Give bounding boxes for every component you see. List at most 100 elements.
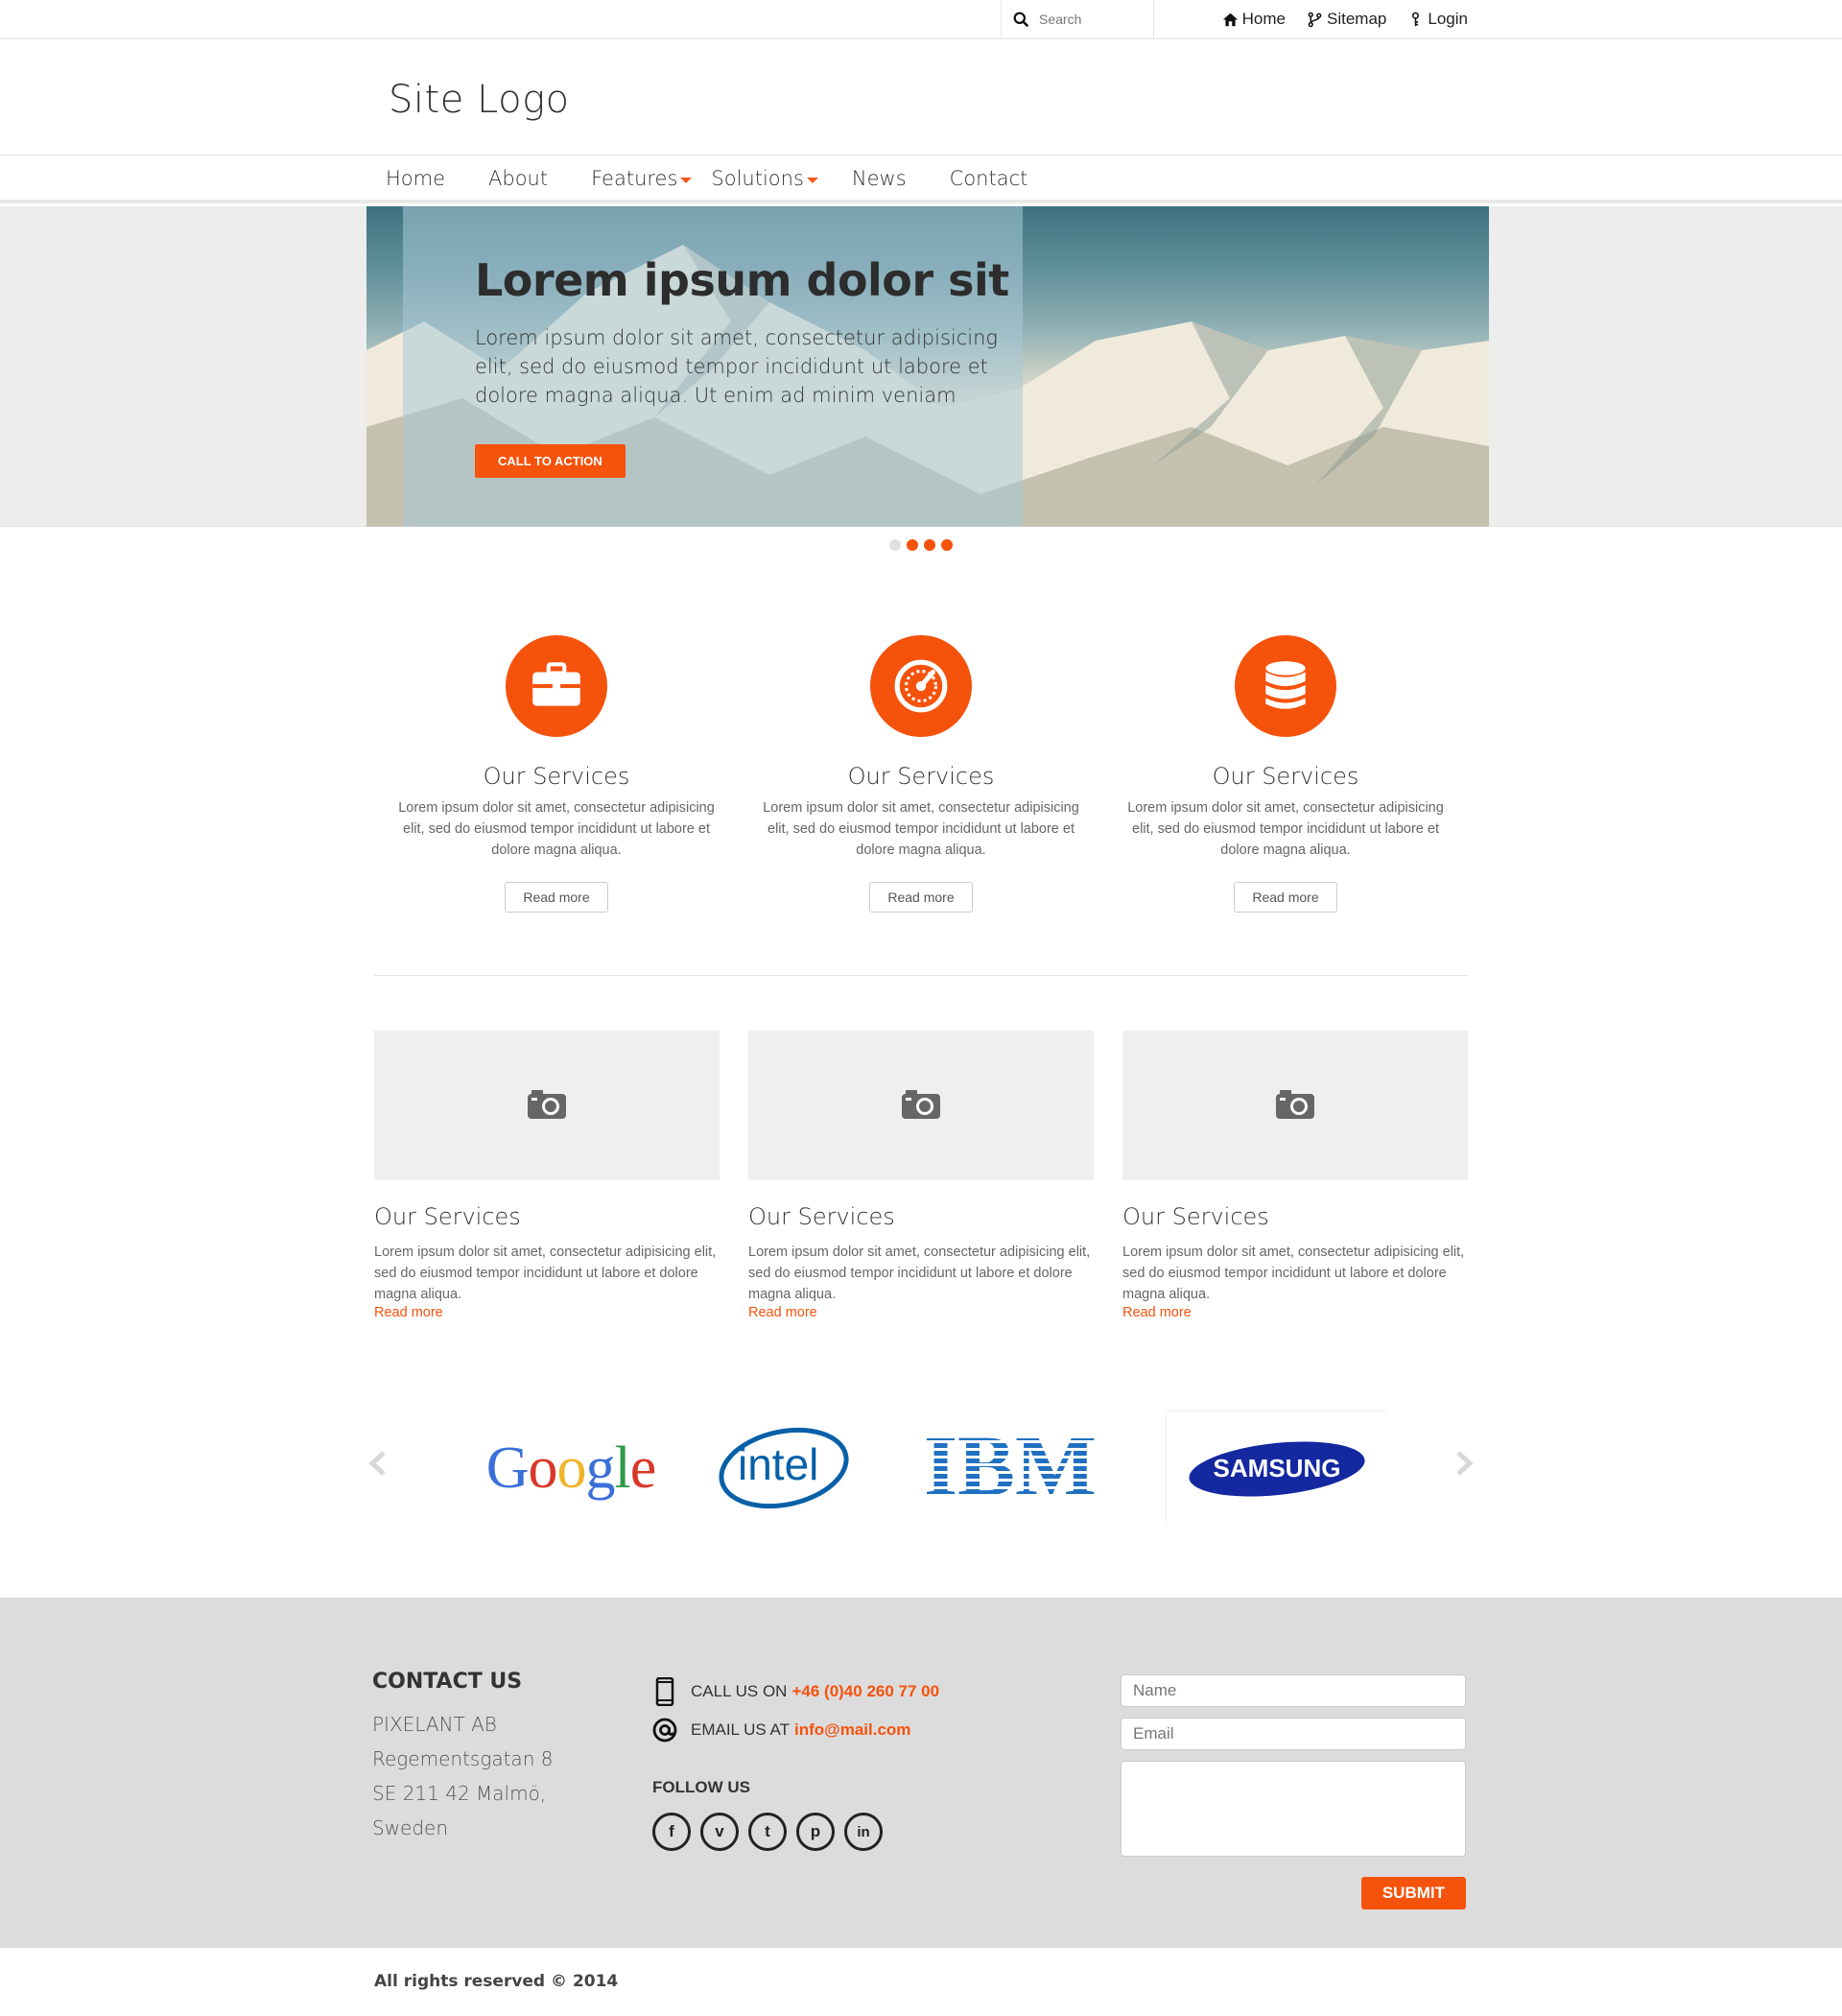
site-footer: CONTACT US PIXELANT AB Regementsgatan 8 …	[0, 1598, 1842, 1948]
footer-call-column: CALL US ON +46 (0)40 260 77 00 EMAIL US …	[652, 1672, 939, 1851]
home-icon	[1222, 12, 1238, 26]
read-more-button[interactable]: Read more	[1234, 882, 1337, 913]
hero-panel: Lorem ipsum dolor sit Lorem ipsum dolor …	[403, 206, 1023, 527]
nav-item-about[interactable]: About	[488, 167, 548, 190]
top-link-label: Home	[1241, 10, 1287, 28]
read-more-link[interactable]: Read more	[748, 1305, 1094, 1320]
nav-item-contact[interactable]: Contact	[950, 167, 1028, 190]
google-logo: Google	[475, 1411, 667, 1526]
read-more-button[interactable]: Read more	[869, 882, 973, 913]
address-line: PIXELANT AB	[372, 1713, 497, 1736]
linkedin-icon[interactable]: in	[844, 1813, 883, 1851]
top-bar: Home Sitemap Login	[0, 0, 1842, 39]
top-link-home[interactable]: Home	[1222, 10, 1286, 29]
read-more-button[interactable]: Read more	[505, 882, 608, 913]
services-row: Our Services Lorem ipsum dolor sit amet,…	[374, 635, 1468, 913]
cards-row: Our Services Lorem ipsum dolor sit amet,…	[374, 1031, 1468, 1320]
top-link-sitemap[interactable]: Sitemap	[1307, 10, 1386, 29]
slider-dot[interactable]	[924, 539, 935, 551]
nav-item-label: Features	[591, 167, 678, 190]
top-links: Home Sitemap Login	[1222, 0, 1468, 38]
service-item: Our Services Lorem ipsum dolor sit amet,…	[739, 635, 1103, 913]
chevron-left-icon[interactable]	[365, 1449, 393, 1478]
service-title: Our Services	[847, 763, 995, 790]
follow-us-label: FOLLOW US	[652, 1778, 750, 1796]
twitter-icon[interactable]: t	[748, 1813, 787, 1851]
partner-logos-carousel: Google intel IBM SAMSUNG	[365, 1411, 1477, 1526]
slider-dot[interactable]	[907, 539, 918, 551]
samsung-logo: SAMSUNG	[1166, 1411, 1386, 1526]
address: PIXELANT AB Regementsgatan 8 SE 211 42 M…	[372, 1707, 553, 1845]
top-link-label: Sitemap	[1327, 10, 1387, 28]
card-image-placeholder	[748, 1031, 1094, 1180]
nav-item-news[interactable]: News	[852, 167, 907, 190]
email-field[interactable]	[1121, 1718, 1466, 1750]
footer-contact-column: CONTACT US PIXELANT AB Regementsgatan 8 …	[372, 1670, 553, 1845]
card-title: Our Services	[748, 1203, 895, 1230]
hero-band: Lorem ipsum dolor sit Lorem ipsum dolor …	[0, 206, 1842, 527]
nav-item-home[interactable]: Home	[386, 167, 445, 190]
service-text: Lorem ipsum dolor sit amet, consectetur …	[1127, 800, 1444, 858]
read-more-link[interactable]: Read more	[374, 1305, 720, 1320]
service-title: Our Services	[483, 763, 630, 790]
ibm-logo: IBM	[916, 1411, 1108, 1526]
at-sign-icon	[652, 1718, 677, 1743]
phone-number[interactable]: +46 (0)40 260 77 00	[791, 1682, 939, 1701]
name-field[interactable]	[1121, 1674, 1466, 1707]
nav-item-label: Solutions	[711, 167, 804, 190]
chevron-right-icon[interactable]	[1449, 1449, 1477, 1478]
service-item: Our Services Lorem ipsum dolor sit amet,…	[1103, 635, 1468, 913]
site-logo[interactable]: Site Logo	[389, 78, 570, 122]
card-image-placeholder	[1122, 1031, 1468, 1180]
message-field[interactable]	[1121, 1761, 1466, 1857]
card-text: Lorem ipsum dolor sit amet, consectetur …	[1122, 1245, 1465, 1302]
card-image-placeholder	[374, 1031, 720, 1180]
database-icon	[1235, 635, 1336, 737]
hero-title: Lorem ipsum dolor sit	[475, 254, 1009, 306]
email-address[interactable]: info@mail.com	[794, 1720, 910, 1740]
camera-icon	[528, 1090, 566, 1119]
pinterest-icon[interactable]: p	[796, 1813, 835, 1851]
service-text: Lorem ipsum dolor sit amet, consectetur …	[763, 800, 1079, 858]
facebook-icon[interactable]: f	[652, 1813, 691, 1851]
nav-item-features[interactable]: Features	[591, 167, 693, 190]
nav-item-label: About	[488, 167, 549, 190]
mobile-phone-icon	[655, 1677, 674, 1706]
caret-down-icon	[680, 178, 693, 183]
phone-line: CALL US ON +46 (0)40 260 77 00	[652, 1672, 939, 1711]
email-line: EMAIL US AT info@mail.com	[652, 1711, 939, 1749]
address-line: SE 211 42 Malmö,	[372, 1782, 547, 1805]
intel-logo: intel	[715, 1411, 859, 1526]
nav-item-label: Contact	[949, 167, 1028, 190]
call-label: CALL US ON	[691, 1682, 788, 1700]
vimeo-icon[interactable]: v	[700, 1813, 739, 1851]
submit-button[interactable]: SUBMIT	[1360, 1877, 1466, 1909]
service-card: Our Services Lorem ipsum dolor sit amet,…	[748, 1031, 1094, 1320]
top-link-login[interactable]: Login	[1407, 10, 1468, 29]
service-title: Our Services	[1212, 763, 1359, 790]
ibm-logo-text: IBM	[924, 1420, 1097, 1514]
nav-item-label: News	[851, 167, 907, 190]
slider-dot[interactable]	[889, 539, 901, 551]
card-title: Our Services	[1122, 1203, 1269, 1230]
slider-dot[interactable]	[941, 539, 953, 551]
card-text: Lorem ipsum dolor sit amet, consectetur …	[748, 1245, 1091, 1302]
address-line: Sweden	[372, 1816, 449, 1839]
caret-down-icon	[806, 178, 818, 183]
nav-item-solutions[interactable]: Solutions	[711, 167, 818, 190]
sitemap-icon	[1308, 12, 1322, 27]
dashboard-icon	[870, 635, 972, 737]
search-input[interactable]	[1039, 12, 1145, 27]
email-label: EMAIL US AT	[691, 1720, 790, 1739]
service-text: Lorem ipsum dolor sit amet, consectetur …	[398, 800, 715, 858]
site-header: Site Logo	[0, 39, 1842, 155]
contact-title: CONTACT US	[372, 1670, 523, 1694]
call-to-action-button[interactable]: CALL TO ACTION	[475, 444, 626, 478]
read-more-link[interactable]: Read more	[1122, 1305, 1468, 1320]
search-box[interactable]	[1001, 0, 1154, 38]
social-icons: f v t p in	[652, 1813, 939, 1851]
service-item: Our Services Lorem ipsum dolor sit amet,…	[374, 635, 739, 913]
key-icon	[1412, 12, 1420, 26]
hero-text: Lorem ipsum dolor sit amet, consectetur …	[475, 326, 999, 407]
service-card: Our Services Lorem ipsum dolor sit amet,…	[374, 1031, 720, 1320]
